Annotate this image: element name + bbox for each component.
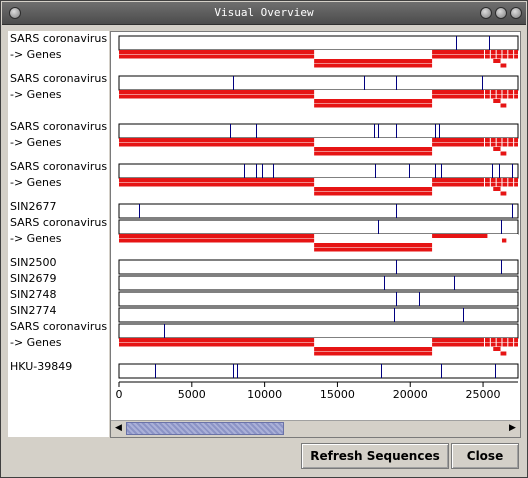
sequence-track (118, 35, 519, 51)
gene-bar (314, 59, 433, 63)
gene-bar (119, 342, 315, 347)
gene-bar (119, 238, 315, 243)
gene-bar (500, 191, 507, 196)
gene-bar (314, 151, 433, 156)
sequence-track (118, 163, 519, 179)
scrollbar-track[interactable] (126, 422, 504, 435)
sequence-track (118, 203, 519, 219)
maximize-icon[interactable] (495, 7, 507, 19)
axis-tick-label: 10000 (247, 388, 282, 401)
arrow-left-icon[interactable]: ◀ (112, 422, 125, 435)
sequence-label: SIN2500 (10, 256, 57, 269)
gene-bar (119, 142, 315, 147)
sequence-label: SARS coronavirus (10, 216, 108, 229)
gene-bar (432, 342, 518, 347)
sequence-label: SARS coronavirus (10, 160, 108, 173)
gene-bar (493, 187, 501, 191)
gene-bar (432, 178, 518, 182)
sequence-label: SARS coronavirus (10, 320, 108, 333)
gene-bar (500, 103, 507, 108)
sequence-track (118, 219, 519, 235)
arrow-right-icon[interactable]: ▶ (506, 422, 519, 435)
minimize-icon[interactable] (480, 7, 492, 19)
window-title: Visual Overview (214, 6, 314, 19)
gene-bar (314, 63, 433, 68)
gene-bar (119, 234, 315, 238)
gene-bar (119, 182, 315, 187)
sequence-track (118, 75, 519, 91)
gene-bar (119, 338, 315, 342)
scrollbar-thumb[interactable] (126, 422, 284, 435)
axis-tick-label: 15000 (320, 388, 355, 401)
gene-bar (432, 54, 518, 59)
gene-bar (493, 99, 501, 103)
gene-bar (119, 90, 315, 94)
gene-bar (314, 103, 433, 108)
gene-bar (314, 243, 433, 247)
gene-bar (432, 138, 518, 142)
gene-bar (432, 90, 518, 94)
tracks-canvas[interactable]: 0 5000 10000 15000 20000 25000 (111, 32, 520, 420)
axis-tick-label: 5000 (178, 388, 206, 401)
gene-bar (500, 63, 507, 68)
axis-tick-label: 25000 (466, 388, 501, 401)
refresh-sequences-button[interactable]: Refresh Sequences (301, 443, 449, 469)
genes-label: -> Genes (10, 136, 62, 149)
gene-bar (314, 347, 433, 351)
gene-bar (119, 178, 315, 182)
axis-tick-label: 20000 (393, 388, 428, 401)
gene-bar (314, 99, 433, 103)
sequence-track (118, 123, 519, 139)
axis-tick-label: 0 (116, 388, 123, 401)
title-bar[interactable]: Visual Overview (2, 2, 526, 25)
genes-label: -> Genes (10, 176, 62, 189)
gene-bar (500, 151, 507, 156)
gene-bar (432, 142, 518, 147)
close-button[interactable]: Close (451, 443, 519, 469)
gene-bar (432, 50, 518, 54)
gene-bar (314, 187, 433, 191)
sequence-label: SIN2677 (10, 200, 57, 213)
sequence-label: SARS coronavirus (10, 32, 108, 45)
sequence-track (118, 323, 519, 339)
sequence-label: SIN2774 (10, 304, 57, 317)
gene-bar (500, 351, 507, 356)
sequence-label: HKU-39849 (10, 360, 73, 373)
gene-bar (119, 54, 315, 59)
gene-bar (314, 191, 433, 196)
gene-bar (119, 138, 315, 142)
gene-bar (432, 94, 518, 99)
gene-bar (314, 147, 433, 151)
gene-bar (432, 234, 488, 238)
overview-plot-panel: 0 5000 10000 15000 20000 25000 (110, 31, 521, 438)
gene-bar (314, 351, 433, 356)
sequence-track (118, 291, 519, 307)
genes-label: -> Genes (10, 336, 62, 349)
genes-label: -> Genes (10, 232, 62, 245)
gene-bar (493, 347, 501, 351)
sequence-label: SARS coronavirus (10, 72, 108, 85)
genes-label: -> Genes (10, 88, 62, 101)
sequence-label: SIN2679 (10, 272, 57, 285)
sequence-labels-panel: SARS coronavirus -> Genes SARS coronavir… (8, 31, 109, 437)
gene-bar (432, 338, 518, 342)
gene-bar (314, 247, 433, 252)
sequence-track (118, 275, 519, 291)
sequence-track (118, 259, 519, 275)
gene-bar (493, 147, 501, 151)
close-icon[interactable] (510, 7, 522, 19)
sequence-label: SIN2748 (10, 288, 57, 301)
gene-bar (119, 94, 315, 99)
gene-bar (432, 182, 518, 187)
horizontal-scrollbar[interactable]: ◀ ▶ (111, 420, 520, 437)
gene-bar (501, 238, 507, 243)
gene-bar (493, 59, 501, 63)
gene-bar (119, 50, 315, 54)
visual-overview-window: Visual Overview SARS coronavirus -> Gene… (0, 0, 528, 478)
sequence-label: SARS coronavirus (10, 120, 108, 133)
sequence-track (118, 307, 519, 323)
sequence-track (118, 363, 519, 379)
genes-label: -> Genes (10, 48, 62, 61)
